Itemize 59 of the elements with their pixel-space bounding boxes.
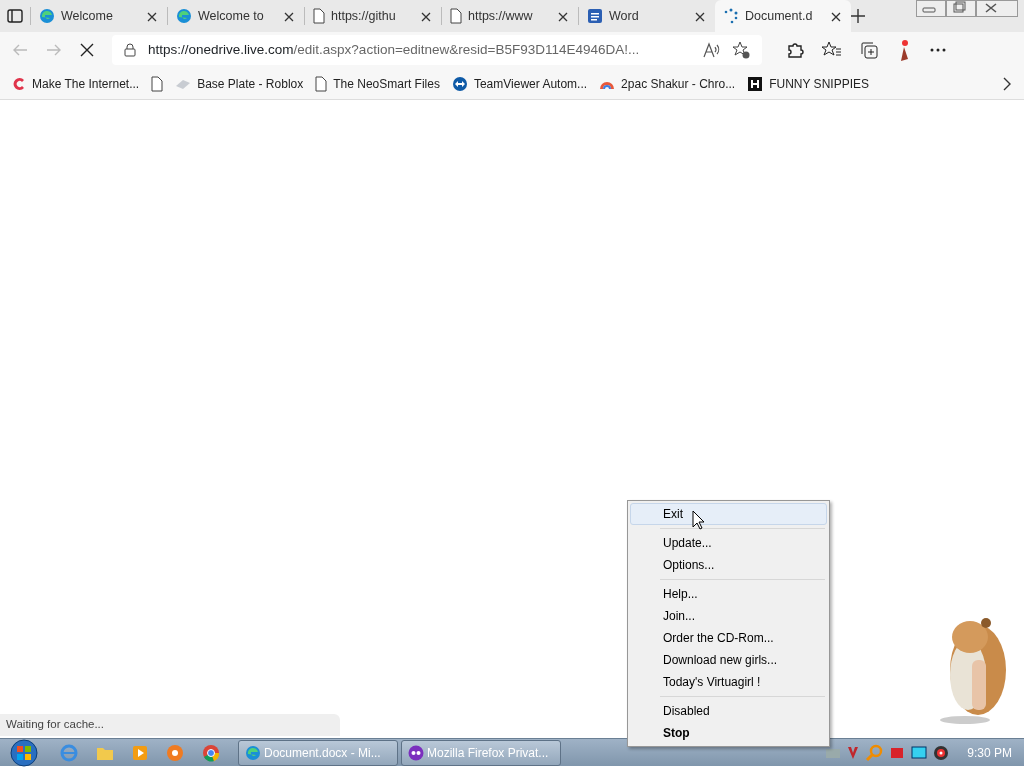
collections-icon[interactable] [860, 41, 878, 59]
page-icon [315, 75, 328, 92]
browser-tab[interactable]: https://githu [305, 0, 441, 32]
chrome-icon[interactable] [202, 743, 220, 762]
favorite-add-icon[interactable] [732, 41, 750, 59]
bookmark-link[interactable]: The NeoSmart Files [315, 74, 440, 93]
page-icon [450, 8, 462, 24]
page-icon [313, 8, 325, 24]
restore-icon[interactable] [946, 0, 976, 17]
stop-icon[interactable] [80, 43, 94, 57]
menu-item[interactable]: Disabled [630, 700, 827, 722]
status-text: Waiting for cache... [0, 714, 340, 736]
letter-logo-icon [12, 76, 26, 91]
menu-item[interactable]: Update... [630, 532, 827, 554]
menu-item[interactable]: Today's Virtuagirl ! [630, 671, 827, 693]
letter-logo-icon [747, 75, 764, 92]
bookmark-link[interactable]: Make The Internet... [12, 74, 140, 93]
speaker-icon[interactable] [933, 744, 950, 761]
cursor-icon [692, 510, 706, 530]
read-aloud-icon[interactable] [702, 42, 720, 58]
bookmark-link[interactable]: Base Plate - Roblox [175, 74, 304, 93]
media-player-icon[interactable] [132, 744, 148, 761]
menu-item[interactable]: Options... [630, 554, 827, 576]
browser-tab[interactable]: Welcome to [168, 0, 304, 32]
browser-tab[interactable]: Welcome [31, 0, 167, 32]
more-icon[interactable] [930, 48, 946, 52]
clock-text: 9:30 PM [967, 744, 1012, 762]
puzzle-icon[interactable] [786, 41, 804, 59]
menu-item[interactable]: Order the CD-Rom... [630, 627, 827, 649]
browser-tab[interactable]: https://www [442, 0, 578, 32]
edge-icon [245, 744, 261, 761]
arrows-icon [451, 75, 468, 92]
favorites-icon[interactable] [822, 41, 842, 59]
page-icon [151, 75, 164, 92]
letter-logo-icon[interactable] [847, 745, 860, 760]
mask-icon [408, 744, 424, 761]
menu-item[interactable]: Download new girls... [630, 649, 827, 671]
menu-item[interactable]: Stop [630, 722, 827, 744]
chevron-right-icon[interactable] [1002, 76, 1012, 91]
browser-tab[interactable]: Word [579, 0, 715, 32]
menu-item[interactable]: Help... [630, 583, 827, 605]
new-tab-icon[interactable] [851, 9, 865, 23]
close-icon[interactable] [976, 0, 1018, 17]
url-text: https://onedrive.live.com/edit.aspx?action=editnew&resid=B5F93D114E4946DA!... [148, 40, 641, 59]
browser-tab[interactable]: Document.d [715, 0, 851, 32]
address-bar[interactable]: https://onedrive.live.com/edit.aspx?action=editnew&resid=B5F93D114E4946DA!... [112, 35, 762, 65]
edge-icon [176, 8, 192, 24]
document-icon [587, 8, 603, 24]
menu-item[interactable]: Exit [630, 503, 827, 525]
menu-item[interactable]: Join... [630, 605, 827, 627]
bookmark-link[interactable] [151, 75, 164, 92]
bookmark-link[interactable]: 2pac Shakur - Chro... [599, 74, 736, 93]
lock-icon [124, 43, 136, 57]
loading-spinner-icon [723, 8, 739, 24]
monitor-icon[interactable] [911, 745, 928, 760]
edge-icon [39, 8, 55, 24]
sidebar-icon[interactable] [6, 8, 24, 24]
bookmark-link[interactable]: FUNNY SNIPPIES [747, 74, 869, 93]
bookmark-link[interactable]: TeamViewer Autom... [451, 74, 588, 93]
